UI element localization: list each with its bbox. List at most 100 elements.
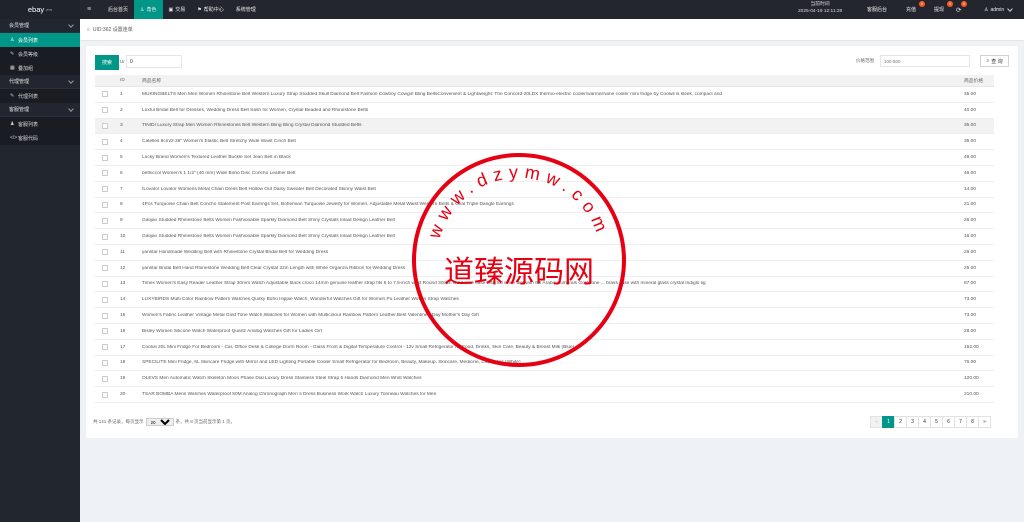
- user-icon: ♙: [984, 6, 989, 13]
- breadcrumb-text: UID:362 设置连单: [92, 27, 133, 33]
- row-checkbox[interactable]: [102, 344, 108, 351]
- price-range-input[interactable]: [880, 55, 970, 67]
- table-row[interactable]: 13 Timex Women's Easy Reader Leather Stra…: [95, 277, 994, 293]
- sidebar-item[interactable]: ✎ 代理列表: [0, 89, 80, 103]
- query-button[interactable]: ⌕ 查 询: [980, 55, 1009, 67]
- nav-icon: ▣: [168, 6, 174, 13]
- table-row[interactable]: 1 MUKINGBELTS Men Men Women Rhinestone Be…: [95, 87, 994, 103]
- uid-input[interactable]: [126, 55, 182, 68]
- refresh-icon[interactable]: ⟳ 0: [956, 0, 967, 19]
- row-price: 120.00: [964, 376, 979, 382]
- table-row[interactable]: 14 LUXYBIRDS Multi Color Rainbow Pattern …: [95, 292, 994, 309]
- search-button[interactable]: 搜索: [95, 55, 119, 70]
- row-id: 9: [120, 218, 123, 224]
- sidebar-groups: 会员管理 ♙ 会员列表 ✎ 会员等级 ▦ 叠加组 代理管理 ✎ 代理列表 客服管理 ♟ 客服列表 </> 客…: [0, 19, 80, 145]
- top-nav-item[interactable]: 后台首页: [102, 0, 134, 19]
- table-row[interactable]: 15 Women's Fabric Leather Vintage Metal G…: [95, 308, 994, 324]
- row-checkbox[interactable]: [102, 265, 108, 272]
- row-checkbox[interactable]: [102, 233, 108, 240]
- row-checkbox[interactable]: [102, 217, 108, 224]
- table-row[interactable]: 6 bethiccol Women's 1 1/2" (40 mm) Wide B…: [95, 166, 994, 182]
- users-icon: ♟: [10, 121, 15, 127]
- logo[interactable]: ebay PTN: [0, 0, 80, 19]
- code-icon: </>: [10, 135, 18, 141]
- row-id: 19: [120, 376, 126, 382]
- top-nav-item[interactable]: ⚑ 帮助中心: [191, 0, 230, 19]
- table-row[interactable]: 5 Lucky Brand Women's Textured Leather Bu…: [95, 150, 994, 166]
- table-row[interactable]: 9 Gatijan Studded Rhinestone Belts Women …: [95, 213, 994, 230]
- row-id: 11: [120, 249, 125, 255]
- header-name: 商品名称: [142, 79, 162, 84]
- row-price: 35.00: [964, 91, 977, 97]
- row-checkbox[interactable]: [102, 122, 108, 129]
- withdraw-link[interactable]: 提现 0: [934, 0, 953, 19]
- table-row[interactable]: 10 Gatijan Studded Rhinestone Belts Women…: [95, 229, 994, 245]
- service-link[interactable]: 客服后台: [867, 0, 887, 19]
- row-id: 7: [120, 186, 123, 192]
- table-row[interactable]: 3 TINIDI Luxury Strap Men Women Rhineston…: [95, 118, 994, 135]
- row-checkbox[interactable]: [102, 328, 108, 335]
- menu-toggle-icon[interactable]: ≡: [80, 6, 98, 13]
- chevron-down-icon: [68, 105, 74, 112]
- row-name: Gatijan Studded Rhinestone Belts Women F…: [142, 218, 395, 224]
- table-row[interactable]: 17 Cooluli 20L Mini Fridge For Bedroom - …: [95, 340, 994, 356]
- uid-label: Ur: [120, 59, 125, 64]
- row-checkbox[interactable]: [102, 138, 108, 145]
- row-name: SPECILITE Mini Fridge, 6L Skincare Fridg…: [142, 360, 521, 366]
- row-price: 73.00: [964, 297, 977, 303]
- top-nav-item[interactable]: 系统管理: [230, 0, 262, 19]
- table-row[interactable]: 7 ILovator Lovator Womens Metal Chain Dre…: [95, 182, 994, 198]
- row-checkbox[interactable]: [102, 249, 108, 256]
- search-icon: ⌕: [986, 58, 990, 64]
- recharge-link[interactable]: 充值 0: [906, 0, 925, 19]
- sidebar-item[interactable]: ♟ 客服列表: [0, 117, 80, 131]
- row-id: 2: [120, 107, 123, 113]
- next-page-button[interactable]: »: [978, 416, 991, 428]
- row-name: ILovator Lovator Womens Metal Chain Dres…: [142, 186, 376, 192]
- row-checkbox[interactable]: [102, 359, 108, 366]
- row-id: 20: [120, 392, 126, 398]
- row-checkbox[interactable]: [102, 107, 108, 114]
- row-checkbox[interactable]: [102, 186, 108, 193]
- row-checkbox[interactable]: [102, 375, 108, 382]
- row-checkbox[interactable]: [102, 170, 108, 177]
- user-menu[interactable]: ♙ admin: [984, 0, 1013, 19]
- row-checkbox[interactable]: [102, 280, 108, 287]
- sidebar-item[interactable]: </> 客服代码: [0, 131, 80, 145]
- top-nav-item[interactable]: ▣ 交易: [163, 0, 192, 19]
- row-id: 8: [120, 202, 123, 208]
- row-checkbox[interactable]: [102, 91, 108, 98]
- sidebar-item[interactable]: ▦ 叠加组: [0, 61, 80, 75]
- sidebar-group[interactable]: 会员管理: [0, 19, 80, 33]
- table-row[interactable]: 12 yanstar Bridal Belt Hand Rhinestone We…: [95, 261, 994, 277]
- per-page-select[interactable]: 20: [145, 418, 174, 426]
- table-header: ID 商品名称 商品价格: [95, 75, 994, 87]
- sidebar-item[interactable]: ♙ 会员列表: [0, 33, 80, 47]
- row-checkbox[interactable]: [102, 312, 108, 319]
- row-price: 87.00: [964, 281, 977, 287]
- top-nav-item[interactable]: ♙ 角色: [134, 0, 163, 19]
- table-row[interactable]: 18 SPECILITE Mini Fridge, 6L Skincare Fri…: [95, 356, 994, 372]
- row-checkbox[interactable]: [102, 391, 108, 398]
- chevron-down-icon: [1007, 5, 1013, 12]
- row-checkbox[interactable]: [102, 201, 108, 208]
- table-row[interactable]: 2 Loxful Bridal Belt for Dresses, Wedding…: [95, 103, 994, 119]
- row-id: 10: [120, 234, 126, 240]
- agent-icon: ✎: [10, 93, 15, 99]
- nav-icon: ⚑: [197, 6, 202, 13]
- row-name: yanstar Bridal Belt Hand Rhinestone Wedd…: [142, 265, 406, 271]
- table-row[interactable]: 4 Catelles 8cm/2.36" Women's Elastic Belt…: [95, 134, 994, 151]
- row-id: 16: [120, 328, 126, 334]
- table-row[interactable]: 16 Bisley Women Silicone Watch Waterproof…: [95, 324, 994, 340]
- table-row[interactable]: 19 OLEVS Men Automatic Watch Skeleton Moo…: [95, 371, 994, 388]
- sidebar-item[interactable]: ✎ 会员等级: [0, 47, 80, 61]
- header-price: 商品价格: [964, 79, 984, 84]
- pagination: «1 2 3 4 5 6 7 8»: [870, 416, 991, 428]
- sidebar-group[interactable]: 客服管理: [0, 103, 80, 117]
- sidebar-group[interactable]: 代理管理: [0, 75, 80, 89]
- table-row[interactable]: 11 yanstar Handmade Wedding Belt with Rhi…: [95, 245, 994, 261]
- table-row[interactable]: 20 TSAR BOMBA Mens Watches Waterproof 50M…: [95, 387, 994, 403]
- table-row[interactable]: 8 4Pcs Turquoise Chain Belt Concho Statem…: [95, 198, 994, 214]
- row-checkbox[interactable]: [102, 296, 108, 303]
- row-checkbox[interactable]: [102, 154, 108, 161]
